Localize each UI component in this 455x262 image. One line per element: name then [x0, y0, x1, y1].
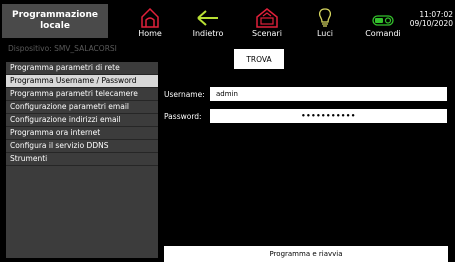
password-field[interactable]: ••••••••••• — [210, 109, 447, 123]
scenarios-label: Scenari — [252, 29, 282, 38]
datetime: 11:07:02 09/10/2020 — [410, 10, 453, 28]
sidebar-item-network-params[interactable]: Programma parametri di rete — [6, 62, 158, 75]
sidebar-item-email-addresses[interactable]: Configurazione indirizzi email — [6, 114, 158, 127]
lightbulb-icon — [319, 8, 331, 27]
sidebar-item-tools[interactable]: Strumenti — [6, 153, 158, 166]
date: 09/10/2020 — [409, 19, 453, 28]
back-label: Indietro — [192, 29, 224, 38]
page-title: Programmazione locale — [2, 4, 108, 38]
sidebar-item-camera-params[interactable]: Programma parametri telecamere — [6, 88, 158, 101]
on-switch-icon — [372, 15, 394, 26]
password-label: Password: — [164, 112, 202, 121]
sidebar-item-email-params[interactable]: Configurazione parametri email — [6, 101, 158, 114]
back-arrow-icon — [197, 10, 218, 26]
scenarios-icon — [256, 8, 278, 28]
username-field[interactable]: admin — [210, 87, 447, 101]
commands-button[interactable]: Comandi — [365, 2, 401, 38]
top-bar: Programmazione locale Home Indietro Scen… — [0, 0, 455, 40]
back-button[interactable]: Indietro — [191, 2, 225, 38]
home-button[interactable]: Home — [138, 2, 162, 38]
home-icon — [141, 8, 159, 28]
device-label: Dispositivo: SMV_SALACORSI — [8, 44, 117, 53]
program-restart-button[interactable]: Programma e riavvia — [164, 246, 448, 262]
search-button[interactable]: TROVA — [234, 49, 284, 69]
lights-label: Luci — [316, 29, 333, 38]
page-title-line1: Programmazione — [11, 10, 99, 20]
lights-button[interactable]: Luci — [311, 2, 339, 38]
time: 11:07:02 — [419, 10, 453, 19]
home-label: Home — [138, 29, 162, 38]
scenarios-button[interactable]: Scenari — [250, 2, 284, 38]
username-label: Username: — [164, 90, 205, 99]
sidebar-item-internet-time[interactable]: Programma ora internet — [6, 127, 158, 140]
sidebar-item-username-password[interactable]: Programma Username / Password — [6, 75, 158, 88]
commands-label: Comandi — [365, 29, 401, 38]
sidebar-item-ddns[interactable]: Configura il servizio DDNS — [6, 140, 158, 153]
sidebar: Programma parametri di rete Programma Us… — [6, 62, 158, 258]
page-title-line2: locale — [40, 21, 70, 31]
